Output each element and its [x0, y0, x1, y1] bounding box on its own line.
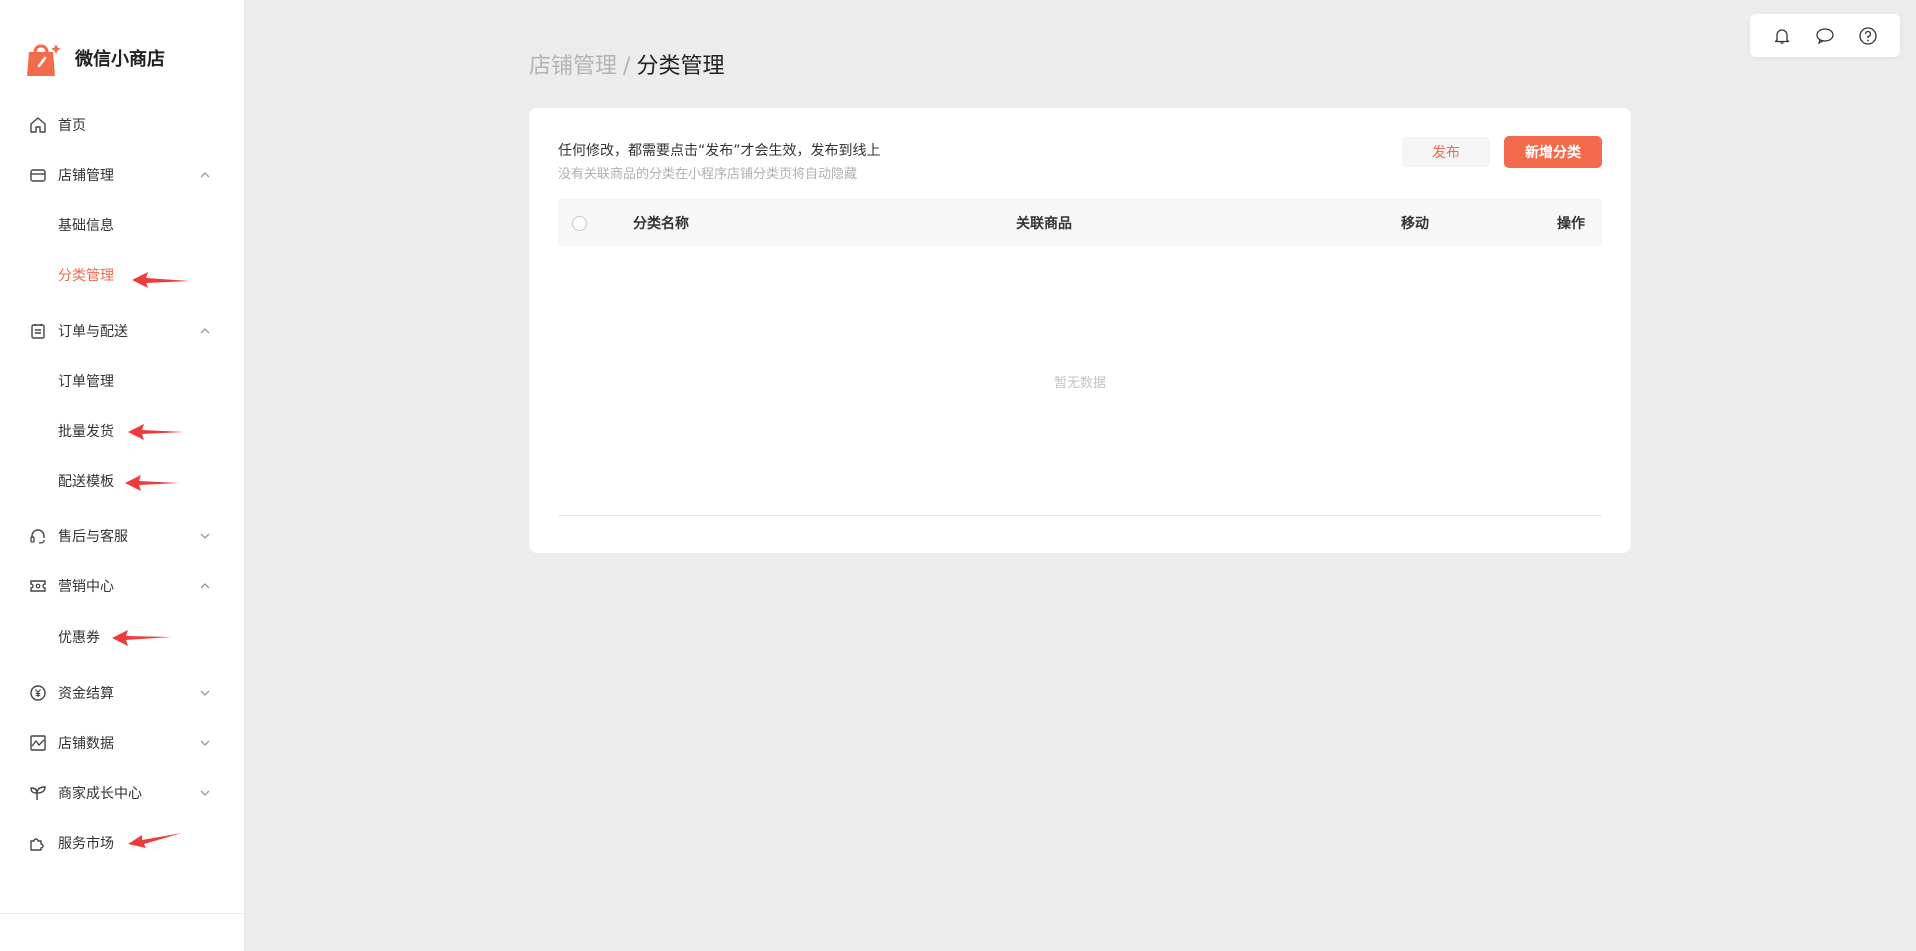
sidebar-divider — [0, 913, 245, 914]
category-card: 任何修改，都需要点击“发布”才会生效，发布到线上 没有关联商品的分类在小程序店铺… — [529, 108, 1631, 553]
sidebar-item-label: 订单与配送 — [58, 324, 128, 340]
chevron-down-icon — [200, 790, 210, 796]
brand[interactable]: 微信小商店 — [25, 38, 165, 78]
sidebar-item-funds[interactable]: 资金结算 — [0, 673, 245, 713]
sidebar: 微信小商店 首页 店铺管理 基础信息 分类管理 订单与配送 订单管理 批量发货 … — [0, 0, 245, 951]
column-header-actions: 操作 — [1557, 216, 1585, 232]
sidebar-item-orders-delivery[interactable]: 订单与配送 — [0, 311, 245, 351]
sidebar-item-marketing[interactable]: 营销中心 — [0, 566, 245, 606]
hidden-category-notice: 没有关联商品的分类在小程序店铺分类页将自动隐藏 — [558, 167, 858, 182]
column-header-linked-products: 关联商品 — [1016, 216, 1072, 232]
column-header-move: 移动 — [1401, 216, 1429, 232]
annotation-arrow — [125, 475, 179, 491]
chevron-up-icon — [200, 583, 210, 589]
sidebar-item-after-sales[interactable]: 售后与客服 — [0, 516, 245, 556]
ticket-icon — [28, 576, 48, 596]
sidebar-item-store[interactable]: 店铺管理 — [0, 155, 245, 195]
select-all-checkbox[interactable] — [572, 216, 587, 231]
sidebar-item-label: 营销中心 — [58, 579, 114, 595]
chevron-up-icon — [200, 172, 210, 178]
sidebar-item-delivery-template[interactable]: 配送模板 — [0, 461, 245, 501]
sidebar-item-home[interactable]: 首页 — [0, 105, 245, 145]
sidebar-item-category[interactable]: 分类管理 — [0, 255, 245, 295]
puzzle-icon — [28, 833, 48, 853]
sidebar-item-label: 资金结算 — [58, 686, 114, 702]
breadcrumb-parent[interactable]: 店铺管理 — [529, 54, 617, 79]
order-clipboard-icon — [28, 321, 48, 341]
chevron-up-icon — [200, 328, 210, 334]
chevron-down-icon — [200, 740, 210, 746]
annotation-arrow — [132, 272, 190, 288]
publish-button[interactable]: 发布 — [1402, 137, 1490, 167]
table-bottom-divider — [558, 515, 1602, 516]
sidebar-item-label: 商家成长中心 — [58, 786, 142, 802]
chart-icon — [28, 733, 48, 753]
brand-name: 微信小商店 — [75, 49, 165, 70]
breadcrumb-separator: / — [623, 54, 631, 79]
sidebar-item-label: 店铺数据 — [58, 736, 114, 752]
sidebar-item-service-market[interactable]: 服务市场 — [0, 823, 245, 863]
page-title: 分类管理 — [636, 54, 725, 79]
breadcrumb: 店铺管理 / 分类管理 — [529, 48, 724, 80]
annotation-arrow — [112, 630, 172, 646]
sidebar-item-label: 优惠券 — [58, 630, 100, 646]
sidebar-item-label: 服务市场 — [58, 836, 114, 852]
headset-icon — [28, 526, 48, 546]
sidebar-item-growth-center[interactable]: 商家成长中心 — [0, 773, 245, 813]
chevron-down-icon — [200, 690, 210, 696]
column-header-category-name: 分类名称 — [633, 216, 689, 232]
publish-notice: 任何修改，都需要点击“发布”才会生效，发布到线上 — [558, 143, 881, 159]
sidebar-item-order-management[interactable]: 订单管理 — [0, 361, 245, 401]
sidebar-item-store-data[interactable]: 店铺数据 — [0, 723, 245, 763]
sidebar-item-label: 店铺管理 — [58, 168, 114, 184]
store-icon — [28, 165, 48, 185]
shop-bag-logo-icon — [27, 44, 61, 76]
sidebar-item-label: 售后与客服 — [58, 529, 128, 545]
annotation-arrow — [128, 833, 182, 848]
help-icon[interactable] — [1857, 25, 1879, 47]
annotation-arrow — [128, 424, 184, 440]
message-icon[interactable] — [1814, 25, 1836, 47]
table-header: 分类名称 关联商品 移动 操作 — [558, 198, 1602, 246]
empty-state: 暂无数据 — [1053, 376, 1106, 391]
sidebar-item-label: 首页 — [58, 118, 86, 134]
yuan-icon — [28, 683, 48, 703]
sidebar-item-label: 基础信息 — [58, 218, 114, 234]
home-icon — [28, 115, 48, 135]
sidebar-item-label: 订单管理 — [58, 374, 114, 390]
sidebar-item-basic-info[interactable]: 基础信息 — [0, 205, 245, 245]
sidebar-item-batch-shipping[interactable]: 批量发货 — [0, 411, 245, 451]
chevron-down-icon — [200, 533, 210, 539]
sidebar-item-label: 批量发货 — [58, 424, 114, 440]
sidebar-item-label: 分类管理 — [58, 268, 114, 284]
bell-icon[interactable] — [1771, 25, 1793, 47]
sidebar-item-label: 配送模板 — [58, 474, 114, 490]
sprout-icon — [28, 783, 48, 803]
add-category-button[interactable]: 新增分类 — [1504, 136, 1602, 168]
top-toolbar — [1750, 14, 1900, 57]
